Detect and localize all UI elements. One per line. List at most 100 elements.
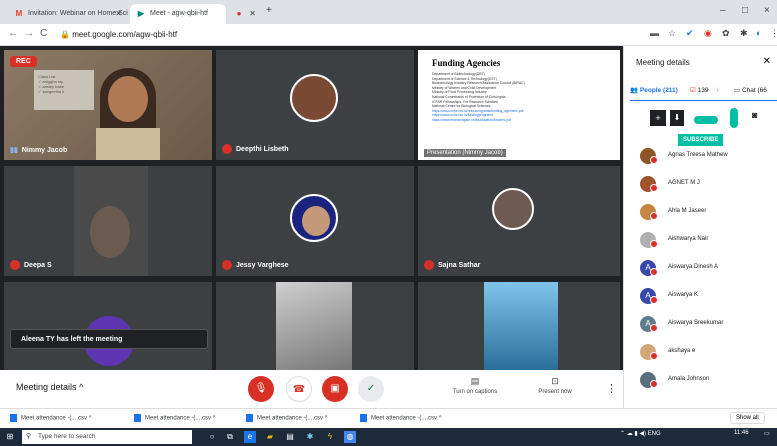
menu-kebab-icon[interactable]: ⋮ [770, 28, 777, 39]
subscribe-button[interactable]: SUBSCRIBE [678, 134, 724, 146]
speaker-clothing [96, 128, 160, 160]
file-explorer-icon[interactable]: ▰ [264, 431, 276, 443]
more-options-icon[interactable]: ⋮ [606, 382, 617, 395]
task-view-icon[interactable]: ⧉ [224, 431, 236, 443]
extensions-puzzle-icon[interactable]: ✱ [740, 28, 748, 39]
list-item[interactable]: Agnas Treesa Mathew [624, 146, 777, 168]
app-icon[interactable]: ✱ [304, 431, 316, 443]
reload-icon[interactable]: C [40, 28, 47, 39]
tab-meet[interactable]: ▶ Meet - agw-qbii-htf [130, 4, 226, 24]
taskbar-search[interactable]: ⚲ Type here to search [22, 430, 192, 444]
chat-tab-label: Chat (66 [741, 87, 767, 94]
download-item[interactable]: Meet attendance -(....csv ^ [134, 414, 216, 422]
mic-off-icon [650, 268, 658, 276]
reaction-counter[interactable]: ☑ 139 [690, 86, 709, 94]
show-all-button[interactable]: Show all [730, 412, 765, 424]
present-now-button[interactable]: ⊡ Present now [520, 376, 590, 395]
system-tray[interactable]: ⌃ ☁ ▮ ◀) ENG [620, 430, 661, 437]
captions-button[interactable]: ▤ Turn on captions [440, 376, 510, 395]
captions-icon: ▤ [470, 376, 480, 386]
participant-name: Deepa S [10, 260, 52, 270]
chevron-up-icon: ^ [88, 415, 92, 422]
download-item[interactable]: Meet attendance -(....csv ^ [360, 414, 442, 422]
participant-tile[interactable] [418, 282, 620, 370]
meet-icon: ▶ [137, 9, 145, 18]
avatar [290, 74, 338, 122]
url-field[interactable]: 🔒 meet.google.com/agw-qbii-htf [60, 28, 620, 42]
participant-video [484, 282, 558, 370]
edge-icon[interactable]: e [244, 431, 256, 443]
tab-recording[interactable]: ● ✕ [228, 4, 262, 24]
participant-name: Aishwarya Nair [668, 236, 709, 242]
participant-tile[interactable] [4, 282, 212, 370]
toggle-switch[interactable] [694, 116, 718, 124]
mic-off-icon [650, 352, 658, 360]
slider-handle[interactable] [730, 108, 738, 128]
mic-off-button[interactable]: 🎙 [248, 376, 274, 402]
presentation-slide[interactable]: Funding Agencies Department of Biotechno… [418, 50, 620, 160]
mic-off-icon [650, 324, 658, 332]
list-item[interactable]: A Aiswarya Sreekumar [624, 314, 777, 336]
chrome-icon[interactable]: ◍ [344, 431, 356, 443]
list-item[interactable]: A Aiswarya K [624, 286, 777, 308]
extension-icon[interactable]: ◉ [704, 28, 712, 39]
cortana-icon[interactable]: ○ [206, 431, 218, 443]
participant-tile[interactable] [216, 282, 414, 370]
meeting-stage: Class List ✓ aniggha mp ✓ ansiey babe ✓ … [0, 46, 623, 370]
windows-start-icon[interactable]: ⊞ [4, 431, 16, 443]
download-icon[interactable]: ⬇ [670, 110, 684, 126]
notifications-icon[interactable]: ▭ [764, 430, 770, 437]
check-extension-icon[interactable]: ✔ [686, 28, 694, 39]
check-icon: ✓ [366, 383, 376, 394]
taskbar: ⊞ ⚲ Type here to search ○ ⧉ e ▰ ▤ ✱ ϟ ◍ … [0, 428, 777, 446]
minimize-button[interactable]: – [720, 5, 726, 16]
download-item[interactable]: Meet attendance -(....csv ^ [246, 414, 328, 422]
list-item[interactable]: Amala Johnson [624, 370, 777, 392]
people-icon: 👥 [630, 87, 639, 94]
bookmark-star-icon[interactable]: ☆ [668, 28, 676, 39]
tab-people[interactable]: 👥 People (211) [630, 86, 678, 94]
mic-off-icon [424, 260, 434, 270]
participant-tile[interactable]: Sajna Sathar [418, 166, 620, 276]
participant-tile[interactable]: Deepa S [4, 166, 212, 276]
new-tab-button[interactable]: + [266, 5, 272, 16]
participant-face [90, 206, 130, 258]
search-placeholder: Type here to search [38, 433, 96, 440]
list-item[interactable]: A Aiswarya Dinesh A [624, 258, 777, 280]
add-icon[interactable]: + [650, 110, 666, 126]
clock[interactable]: 11:46 [734, 430, 749, 436]
tab-gmail[interactable]: M Invitation: Webinar on Home Sci ✕ [8, 4, 128, 24]
participant-name: Amala Johnson [668, 376, 710, 382]
checkbox-icon: ☑ [690, 87, 696, 94]
close-tab-icon[interactable]: ✕ [249, 9, 256, 18]
meeting-details-button[interactable]: Meeting details ^ [16, 382, 83, 392]
camera-icon[interactable]: ◙ [752, 110, 757, 120]
list-item[interactable]: Aishwarya Nair [624, 230, 777, 252]
participant-name: Jessy Varghese [222, 260, 289, 270]
participant-tile[interactable]: Jessy Varghese [216, 166, 414, 276]
store-icon[interactable]: ▤ [284, 431, 296, 443]
profile-avatar[interactable]: ◐ [756, 28, 761, 38]
check-button[interactable]: ✓ [358, 376, 384, 402]
leave-call-button[interactable]: ☎ [286, 376, 312, 402]
slide-title: Funding Agencies [432, 58, 501, 68]
list-item[interactable]: Ahla M Jaseer [624, 202, 777, 224]
camera-off-button[interactable]: ▣ [322, 376, 348, 402]
maximize-button[interactable]: □ [742, 5, 748, 16]
list-item[interactable]: AGNET M J [624, 174, 777, 196]
cast-icon[interactable]: ▬ [650, 28, 659, 38]
participant-tile[interactable]: Deepthi Lisbeth [216, 50, 414, 160]
close-window-button[interactable]: × [764, 5, 770, 16]
participant-name-text: Deepthi Lisbeth [236, 145, 289, 153]
close-tab-icon[interactable]: ✕ [115, 9, 122, 18]
back-icon[interactable]: ← [8, 28, 18, 39]
list-item[interactable]: akshaya e [624, 342, 777, 364]
forward-icon[interactable]: → [24, 28, 34, 39]
app-icon[interactable]: ϟ [324, 431, 336, 443]
extension-icon[interactable]: ✿ [722, 28, 730, 39]
slide-link[interactable]: https://www.researchgate.net/publication… [432, 118, 620, 123]
tab-chat[interactable]: ▭ Chat (66 [734, 86, 767, 94]
close-icon[interactable]: ✕ [763, 56, 771, 67]
participant-tile[interactable]: Class List ✓ aniggha mp ✓ ansiey babe ✓ … [4, 50, 212, 160]
download-item[interactable]: Meet attendance -(....csv ^ [10, 414, 92, 422]
